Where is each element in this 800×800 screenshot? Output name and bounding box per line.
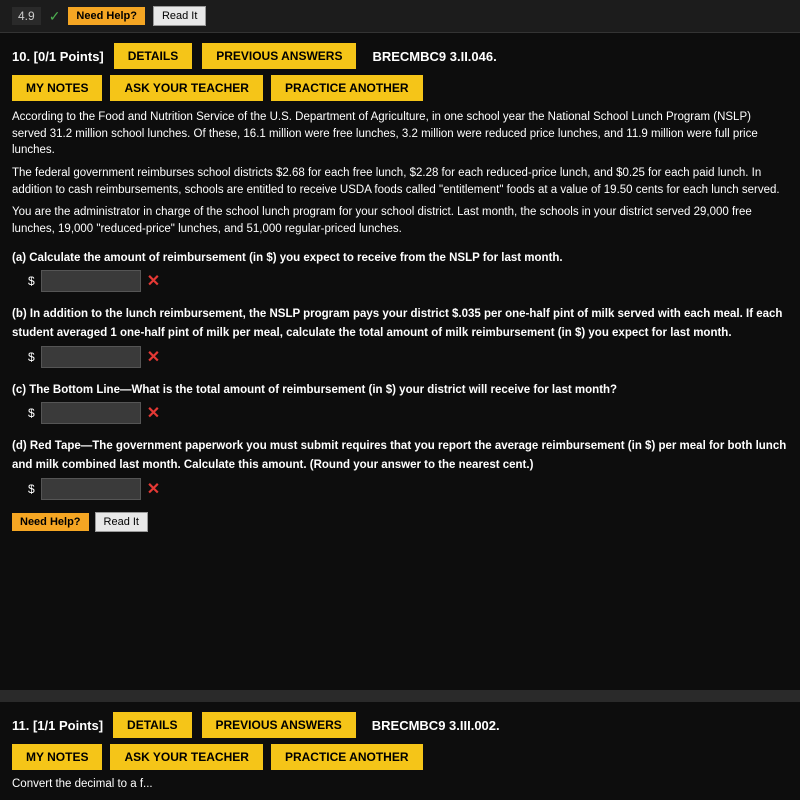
details-button-10[interactable]: DETAILS bbox=[114, 43, 192, 69]
answer-input-d[interactable] bbox=[41, 478, 141, 500]
sub-question-d: (d) Red Tape—The government paperwork yo… bbox=[12, 436, 788, 499]
need-help-button[interactable]: Need Help? bbox=[68, 7, 145, 25]
sub-b-label: (b) In addition to the lunch reimburseme… bbox=[12, 308, 782, 339]
question-11-points: 11. [1/1 Points] bbox=[12, 718, 103, 733]
practice-button-10[interactable]: PRACTICE ANOTHER bbox=[271, 75, 423, 101]
body-p2: The federal government reimburses school… bbox=[12, 165, 788, 198]
sub-a-answer-row: $ ✕ bbox=[28, 270, 788, 292]
question-10-header: 10. [0/1 Points] DETAILS PREVIOUS ANSWER… bbox=[12, 43, 788, 69]
sub-a-label: (a) Calculate the amount of reimbursemen… bbox=[12, 252, 563, 264]
wrong-icon-c: ✕ bbox=[147, 403, 160, 423]
need-help-button-bottom[interactable]: Need Help? bbox=[12, 513, 89, 531]
body-p3: You are the administrator in charge of t… bbox=[12, 204, 788, 237]
convert-text: Convert the decimal to a f... bbox=[12, 778, 788, 790]
question-10-block: 10. [0/1 Points] DETAILS PREVIOUS ANSWER… bbox=[0, 33, 800, 690]
question-11-block: 11. [1/1 Points] DETAILS PREVIOUS ANSWER… bbox=[0, 702, 800, 800]
prev-answers-button-11[interactable]: PREVIOUS ANSWERS bbox=[202, 712, 356, 738]
read-it-button-bottom[interactable]: Read It bbox=[95, 512, 148, 532]
practice-button-11[interactable]: PRACTICE ANOTHER bbox=[271, 744, 423, 770]
sub-c-answer-row: $ ✕ bbox=[28, 402, 788, 424]
sub-b-answer-row: $ ✕ bbox=[28, 346, 788, 368]
dollar-sign-b: $ bbox=[28, 350, 35, 364]
my-notes-button-11[interactable]: MY NOTES bbox=[12, 744, 102, 770]
ask-teacher-button-11[interactable]: ASK YOUR TEACHER bbox=[110, 744, 262, 770]
dollar-sign-a: $ bbox=[28, 274, 35, 288]
check-icon: ✓ bbox=[49, 8, 61, 25]
wrong-icon-d: ✕ bbox=[147, 479, 160, 499]
sub-question-a: (a) Calculate the amount of reimbursemen… bbox=[12, 248, 788, 293]
ask-teacher-button-10[interactable]: ASK YOUR TEACHER bbox=[110, 75, 262, 101]
question-11-code: BRECMBC9 3.III.002. bbox=[372, 718, 500, 733]
question-10-body: According to the Food and Nutrition Serv… bbox=[12, 109, 788, 238]
wrong-icon-b: ✕ bbox=[147, 347, 160, 367]
top-strip: 4.9 ✓ Need Help? Read It bbox=[0, 0, 800, 33]
sub-c-label: (c) The Bottom Line—What is the total am… bbox=[12, 384, 617, 396]
question-10-code: BRECMBC9 3.II.046. bbox=[372, 49, 496, 64]
body-p1: According to the Food and Nutrition Serv… bbox=[12, 109, 788, 159]
details-button-11[interactable]: DETAILS bbox=[113, 712, 191, 738]
wrong-icon-a: ✕ bbox=[147, 271, 160, 291]
answer-input-a[interactable] bbox=[41, 270, 141, 292]
sub-d-label: (d) Red Tape—The government paperwork yo… bbox=[12, 440, 786, 471]
divider bbox=[0, 690, 800, 702]
my-notes-button-10[interactable]: MY NOTES bbox=[12, 75, 102, 101]
question-11-header: 11. [1/1 Points] DETAILS PREVIOUS ANSWER… bbox=[12, 712, 788, 738]
answer-input-b[interactable] bbox=[41, 346, 141, 368]
answer-input-c[interactable] bbox=[41, 402, 141, 424]
dollar-sign-d: $ bbox=[28, 482, 35, 496]
dollar-sign-c: $ bbox=[28, 406, 35, 420]
question-10-btn-row: MY NOTES ASK YOUR TEACHER PRACTICE ANOTH… bbox=[12, 75, 788, 101]
prev-answers-button-10[interactable]: PREVIOUS ANSWERS bbox=[202, 43, 356, 69]
sub-question-b: (b) In addition to the lunch reimburseme… bbox=[12, 304, 788, 367]
page-wrapper: 4.9 ✓ Need Help? Read It 10. [0/1 Points… bbox=[0, 0, 800, 800]
question-10-points: 10. [0/1 Points] bbox=[12, 49, 104, 64]
sub-d-answer-row: $ ✕ bbox=[28, 478, 788, 500]
score-badge: 4.9 bbox=[12, 7, 41, 25]
read-it-button[interactable]: Read It bbox=[153, 6, 206, 26]
sub-question-c: (c) The Bottom Line—What is the total am… bbox=[12, 380, 788, 425]
question-11-btn-row: MY NOTES ASK YOUR TEACHER PRACTICE ANOTH… bbox=[12, 744, 788, 770]
bottom-help-row-10: Need Help? Read It bbox=[12, 512, 788, 536]
